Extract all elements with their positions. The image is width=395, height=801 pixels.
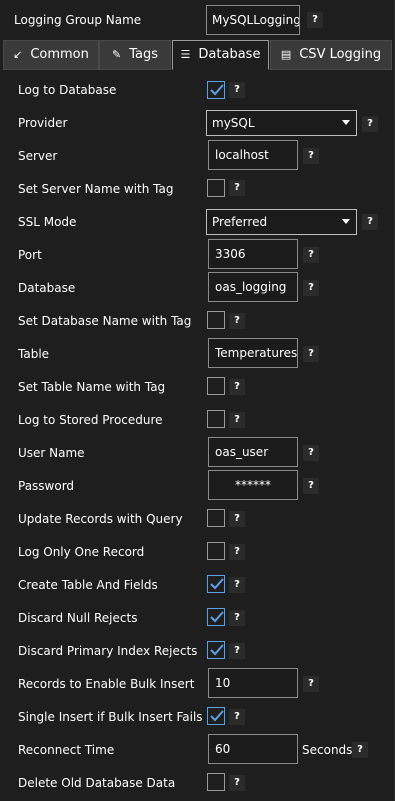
database-icon: ☰ (180, 48, 191, 61)
table-label: Table (18, 347, 50, 361)
database-label: Database (18, 281, 76, 295)
password-field[interactable]: ****** (208, 470, 298, 500)
server-field[interactable]: localhost (208, 140, 298, 170)
help-icon[interactable]: ? (303, 478, 319, 494)
port-field[interactable]: 3306 (208, 239, 298, 269)
delete-old-database-data-checkbox[interactable] (207, 773, 225, 791)
create-table-and-fields-checkbox[interactable] (207, 575, 225, 593)
help-icon[interactable]: ? (362, 116, 378, 132)
log-only-one-record-checkbox[interactable] (207, 542, 225, 560)
help-icon[interactable]: ? (229, 511, 245, 527)
reconnect-time-label: Reconnect Time (18, 743, 115, 757)
log-to-stored-procedure-label: Log to Stored Procedure (18, 413, 163, 427)
checkmark-icon (210, 84, 224, 96)
checkmark-icon (210, 578, 224, 590)
user-name-label: User Name (18, 446, 85, 460)
help-icon[interactable]: ? (229, 544, 245, 560)
database-field[interactable]: oas_logging (208, 272, 298, 302)
log-to-stored-procedure-checkbox[interactable] (207, 410, 225, 428)
tab-tags-label: Tags (129, 47, 158, 62)
table-field[interactable]: Temperatures (208, 338, 298, 368)
server-label: Server (18, 149, 58, 163)
tab-csv-logging-label: CSV Logging (299, 47, 382, 62)
help-icon[interactable]: ? (229, 709, 245, 725)
log-to-database-checkbox[interactable] (207, 81, 225, 99)
tab-bar: ↙ Common ✎ Tags ☰ Database ▤ CSV Logging (3, 40, 392, 70)
chevron-down-icon (342, 219, 350, 224)
group-name-field[interactable]: MySQLLogging (206, 5, 300, 35)
set-server-name-with-tag-label: Set Server Name with Tag (18, 182, 174, 196)
tab-database-label: Database (198, 47, 261, 62)
discard-null-rejects-checkbox[interactable] (207, 608, 225, 626)
log-to-database-label: Log to Database (18, 83, 117, 97)
help-icon[interactable]: ? (229, 643, 245, 659)
tab-tags[interactable]: ✎ Tags (99, 40, 171, 70)
help-icon[interactable]: ? (303, 445, 319, 461)
tab-common[interactable]: ↙ Common (3, 40, 99, 70)
set-table-name-with-tag-label: Set Table Name with Tag (18, 380, 166, 394)
help-icon[interactable]: ? (229, 180, 245, 196)
reconnect-time-field[interactable]: 60 (208, 734, 298, 764)
log-only-one-record-label: Log Only One Record (18, 545, 145, 559)
records-to-enable-bulk-insert-field[interactable]: 10 (208, 668, 298, 698)
ssl-mode-select[interactable]: Preferred (206, 209, 357, 235)
database-logging-panel: Logging Group Name MySQLLogging ? ↙ Commo… (0, 0, 395, 801)
help-icon[interactable]: ? (303, 280, 319, 296)
set-database-name-with-tag-label: Set Database Name with Tag (18, 314, 192, 328)
checkmark-icon (210, 710, 224, 722)
help-icon[interactable]: ? (229, 775, 245, 791)
group-name-label: Logging Group Name (14, 13, 142, 27)
help-icon[interactable]: ? (303, 148, 319, 164)
provider-select[interactable]: mySQL (206, 110, 357, 136)
tag-icon: ✎ (112, 48, 122, 61)
help-icon[interactable]: ? (352, 742, 368, 758)
tab-common-label: Common (30, 47, 89, 62)
update-records-with-query-label: Update Records with Query (18, 512, 183, 526)
set-server-name-with-tag-checkbox[interactable] (207, 179, 225, 197)
set-table-name-with-tag-checkbox[interactable] (207, 377, 225, 395)
help-icon[interactable]: ? (307, 12, 323, 28)
help-icon[interactable]: ? (229, 82, 245, 98)
single-insert-if-bulk-insert-fails-checkbox[interactable] (207, 707, 225, 725)
single-insert-if-bulk-insert-fails-label: Single Insert if Bulk Insert Fails (18, 710, 203, 724)
tab-csv-logging[interactable]: ▤ CSV Logging (270, 40, 392, 70)
checkmark-icon (210, 644, 224, 656)
set-database-name-with-tag-checkbox[interactable] (207, 311, 225, 329)
discard-primary-index-rejects-checkbox[interactable] (207, 641, 225, 659)
checkmark-icon (210, 611, 224, 623)
help-icon[interactable]: ? (303, 676, 319, 692)
help-icon[interactable]: ? (229, 412, 245, 428)
provider-label: Provider (18, 116, 68, 130)
help-icon[interactable]: ? (229, 577, 245, 593)
create-table-and-fields-label: Create Table And Fields (18, 578, 158, 592)
records-to-enable-bulk-insert-label: Records to Enable Bulk Insert (18, 677, 195, 691)
header: Logging Group Name MySQLLogging ? (0, 0, 395, 40)
compress-arrow-icon: ↙ (13, 48, 23, 61)
csv-file-icon: ▤ (280, 48, 292, 61)
provider-value: mySQL (212, 116, 255, 130)
help-icon[interactable]: ? (229, 313, 245, 329)
port-label: Port (18, 248, 42, 262)
help-icon[interactable]: ? (303, 346, 319, 362)
help-icon[interactable]: ? (303, 247, 319, 263)
discard-primary-index-rejects-label: Discard Primary Index Rejects (18, 644, 198, 658)
delete-old-database-data-label: Delete Old Database Data (18, 776, 176, 790)
ssl-mode-label: SSL Mode (18, 215, 77, 229)
ssl-mode-value: Preferred (212, 215, 268, 229)
discard-null-rejects-label: Discard Null Rejects (18, 611, 138, 625)
chevron-down-icon (342, 120, 350, 125)
reconnect-time-unit: Seconds (302, 743, 353, 757)
tab-database[interactable]: ☰ Database (172, 40, 269, 70)
update-records-with-query-checkbox[interactable] (207, 509, 225, 527)
password-label: Password (18, 479, 75, 493)
help-icon[interactable]: ? (229, 610, 245, 626)
user-name-field[interactable]: oas_user (208, 437, 298, 467)
help-icon[interactable]: ? (229, 379, 245, 395)
help-icon[interactable]: ? (362, 214, 378, 230)
